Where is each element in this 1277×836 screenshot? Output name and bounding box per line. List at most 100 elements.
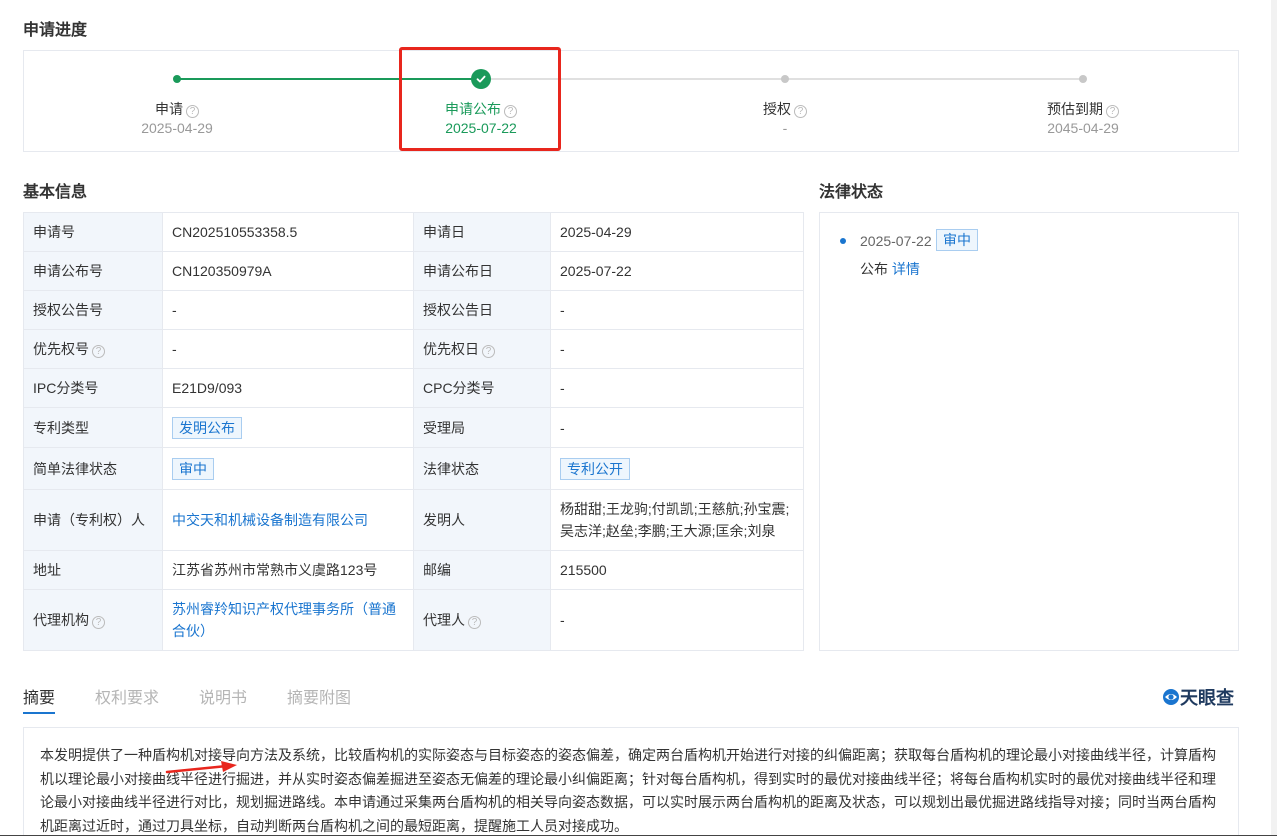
- field-label: 优先权日: [423, 341, 479, 357]
- brand-logo: 天眼查: [1162, 684, 1234, 710]
- field-value: 215500: [550, 550, 804, 590]
- field-label-wrap: 代理人?: [413, 589, 551, 651]
- help-icon[interactable]: ?: [468, 616, 481, 629]
- field-value: -: [550, 329, 804, 369]
- table-row: 优先权号? - 优先权日? -: [23, 329, 804, 369]
- timeline-dot: [840, 238, 846, 244]
- table-row: 申请（专利权）人 中交天和机械设备制造有限公司 发明人 杨甜甜;王龙驹;付凯凯;…: [23, 489, 804, 551]
- field-value: 2025-04-29: [550, 212, 804, 252]
- tab-description[interactable]: 说明书: [199, 684, 247, 708]
- field-label: 受理局: [413, 407, 551, 448]
- help-icon[interactable]: ?: [92, 616, 105, 629]
- basic-info-table: 申请号 CN202510553358.5 申请日 2025-04-29 申请公布…: [23, 212, 804, 651]
- tab-abstract[interactable]: 摘要: [23, 684, 55, 708]
- field-label: 申请（专利权）人: [23, 489, 163, 551]
- legal-date: 2025-07-22: [860, 233, 932, 249]
- field-value: -: [550, 290, 804, 330]
- status-badge: 审中: [936, 229, 978, 251]
- table-row: 简单法律状态 审中 法律状态 专利公开: [23, 447, 804, 490]
- field-label: 专利类型: [23, 407, 163, 448]
- field-label-wrap: 优先权日?: [413, 329, 551, 369]
- step-grant: 授权? -: [685, 51, 885, 151]
- help-icon[interactable]: ?: [482, 345, 495, 358]
- step-dot: [173, 75, 181, 83]
- table-row: 申请号 CN202510553358.5 申请日 2025-04-29: [23, 212, 804, 252]
- progress-panel: 申请? 2025-04-29 申请公布? 2025-07-22 授权? - 预估…: [23, 50, 1239, 152]
- field-value-cell: 专利公开: [550, 447, 804, 490]
- table-row: 代理机构? 苏州睿羚知识产权代理事务所（普通合伙） 代理人? -: [23, 589, 804, 651]
- legal-event-text: 公布: [860, 261, 888, 277]
- field-value: 杨甜甜;王龙驹;付凯凯;王慈航;孙宝震;吴志洋;赵垒;李鹏;王大源;匡余;刘泉: [550, 489, 804, 551]
- field-label: 申请公布日: [413, 251, 551, 291]
- abstract-panel: 本发明提供了一种盾构机对接导向方法及系统，比较盾构机的实际姿态与目标姿态的姿态偏…: [23, 727, 1239, 836]
- applicant-link[interactable]: 中交天和机械设备制造有限公司: [172, 512, 368, 528]
- help-icon[interactable]: ?: [92, 345, 105, 358]
- table-row: 授权公告号 - 授权公告日 -: [23, 290, 804, 330]
- step-expiry: 预估到期? 2045-04-29: [983, 51, 1183, 151]
- agency-link[interactable]: 苏州睿羚知识产权代理事务所（普通合伙）: [172, 601, 396, 639]
- field-label-wrap: 优先权号?: [23, 329, 163, 369]
- field-value: -: [550, 407, 804, 448]
- step-apply: 申请? 2025-04-29: [77, 51, 277, 151]
- step-dot: [1079, 75, 1087, 83]
- legal-status-title: 法律状态: [819, 184, 884, 201]
- field-value: -: [162, 329, 414, 369]
- field-label: 优先权号: [33, 341, 89, 357]
- table-row: 申请公布号 CN120350979A 申请公布日 2025-07-22: [23, 251, 804, 291]
- field-label: 申请公布号: [23, 251, 163, 291]
- active-tab-indicator: [23, 712, 55, 714]
- step-label: 申请: [155, 101, 183, 117]
- eye-logo-icon: [1163, 689, 1179, 705]
- step-date: 2025-04-29: [141, 120, 213, 136]
- field-label: 代理机构: [33, 612, 89, 628]
- patent-type-tag: 发明公布: [172, 416, 242, 439]
- highlight-annotation: [399, 47, 561, 151]
- field-label: CPC分类号: [413, 368, 551, 408]
- progress-title: 申请进度: [23, 22, 88, 39]
- field-value-cell: 中交天和机械设备制造有限公司: [162, 489, 414, 551]
- field-value-cell: 发明公布: [162, 407, 414, 448]
- step-label: 授权: [763, 101, 791, 117]
- field-label: 简单法律状态: [23, 447, 163, 490]
- basic-info-title: 基本信息: [23, 184, 88, 201]
- brand-name: 天眼查: [1180, 688, 1234, 708]
- table-row: IPC分类号 E21D9/093 CPC分类号 -: [23, 368, 804, 408]
- field-value: CN202510553358.5: [162, 212, 414, 252]
- step-dot: [781, 75, 789, 83]
- field-label: 发明人: [413, 489, 551, 551]
- field-value: -: [550, 368, 804, 408]
- table-row: 专利类型 发明公布 受理局 -: [23, 407, 804, 448]
- field-value: CN120350979A: [162, 251, 414, 291]
- field-label: 代理人: [423, 612, 465, 628]
- tab-abstract-figure[interactable]: 摘要附图: [287, 684, 351, 708]
- field-value: 江苏省苏州市常熟市义虞路123号: [162, 550, 414, 590]
- step-date: -: [782, 120, 788, 136]
- field-value-cell: 苏州睿羚知识产权代理事务所（普通合伙）: [162, 589, 414, 651]
- field-label: 邮编: [413, 550, 551, 590]
- field-value: -: [162, 290, 414, 330]
- field-label: 授权公告号: [23, 290, 163, 330]
- field-label: 申请日: [413, 212, 551, 252]
- tab-claims[interactable]: 权利要求: [95, 684, 159, 708]
- field-label: 地址: [23, 550, 163, 590]
- step-date: 2045-04-29: [1047, 120, 1119, 136]
- status-badge: 审中: [172, 457, 214, 480]
- field-value: E21D9/093: [162, 368, 414, 408]
- field-label: 法律状态: [413, 447, 551, 490]
- help-icon[interactable]: ?: [794, 105, 807, 118]
- detail-link[interactable]: 详情: [892, 261, 920, 277]
- field-label: 授权公告日: [413, 290, 551, 330]
- field-label: 申请号: [23, 212, 163, 252]
- legal-status-badge: 专利公开: [560, 457, 630, 480]
- help-icon[interactable]: ?: [1106, 105, 1119, 118]
- field-label: IPC分类号: [23, 368, 163, 408]
- help-icon[interactable]: ?: [186, 105, 199, 118]
- field-value: 2025-07-22: [550, 251, 804, 291]
- abstract-text: 本发明提供了一种盾构机对接导向方法及系统，比较盾构机的实际姿态与目标姿态的姿态偏…: [40, 747, 1216, 834]
- annotation-arrow-icon: [165, 761, 237, 774]
- table-row: 地址 江苏省苏州市常熟市义虞路123号 邮编 215500: [23, 550, 804, 590]
- legal-event: 公布 详情: [860, 259, 920, 279]
- field-value: -: [550, 589, 804, 651]
- scrollbar[interactable]: [1271, 0, 1277, 836]
- field-value-cell: 审中: [162, 447, 414, 490]
